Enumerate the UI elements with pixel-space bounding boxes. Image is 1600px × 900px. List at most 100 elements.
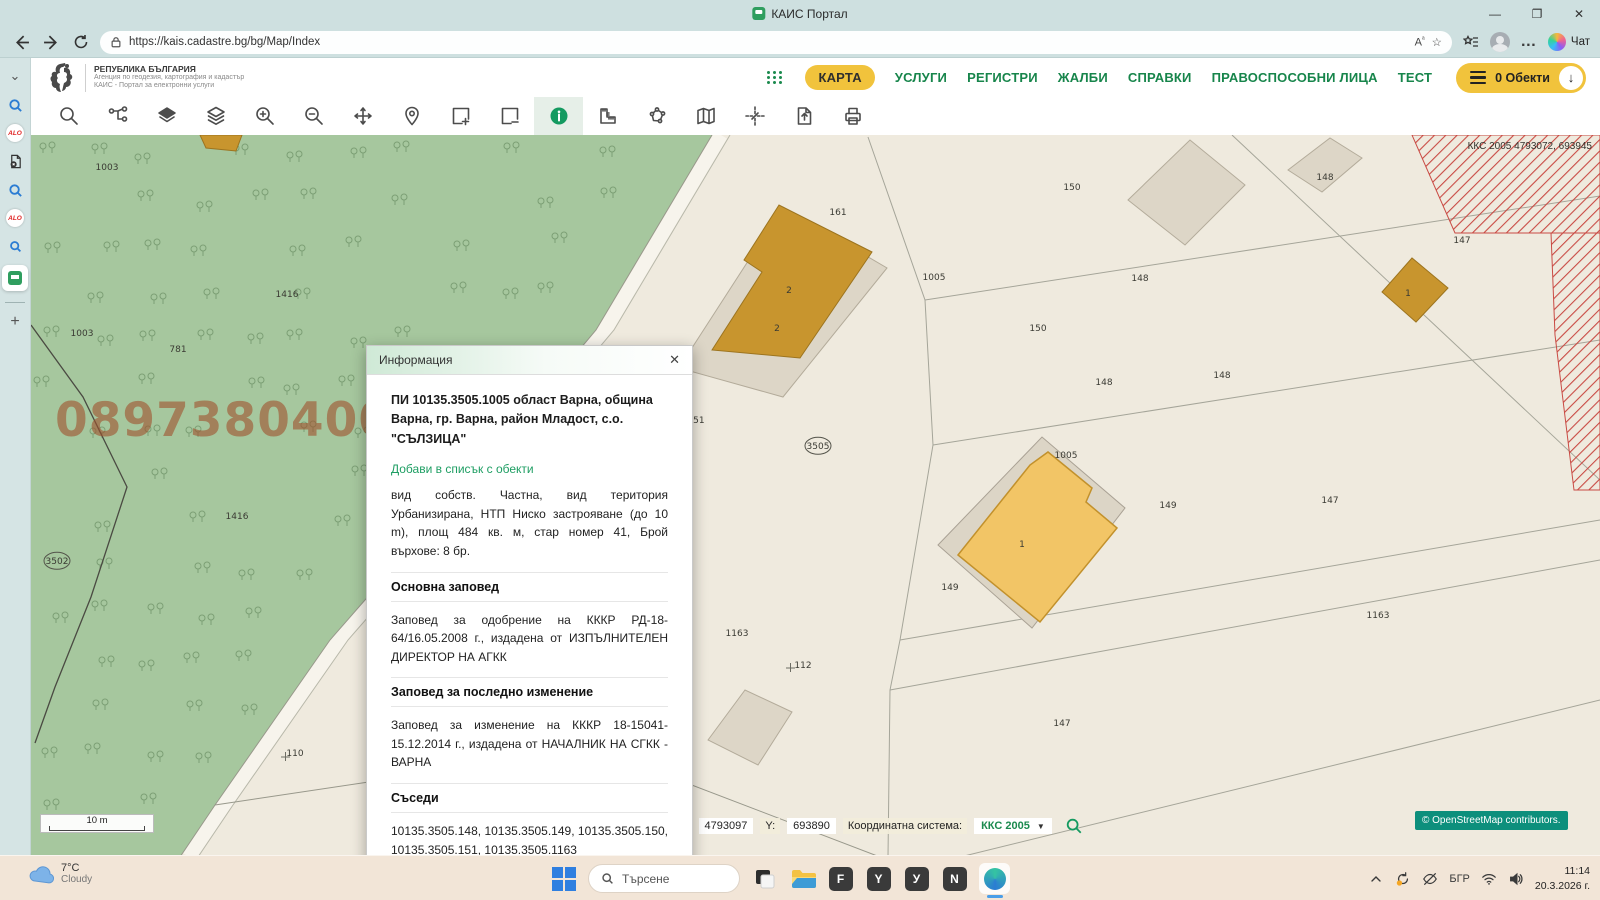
download-arrow-button[interactable]: ↓ [1559, 65, 1583, 90]
section-last-amendment: Заповед за последно изменение Заповед за… [391, 677, 668, 772]
browser-window: КАИС Портал — ❐ ✕ https://kais.cadastre.… [0, 0, 1600, 900]
logo-divider [85, 63, 86, 92]
address-bar[interactable]: https://kais.cadastre.bg/bg/Map/Index Aᵃ… [100, 30, 1452, 54]
svg-text:150: 150 [1029, 324, 1046, 334]
read-aloud-icon[interactable]: Aᵃ [1415, 36, 1425, 49]
sidebar-search3-icon[interactable] [5, 236, 25, 256]
taskbar-weather[interactable]: 7°C Cloudy [28, 862, 92, 885]
sidebar-alo-icon[interactable]: ALO [6, 124, 24, 142]
back-button[interactable] [10, 31, 32, 53]
app-f-button[interactable]: F [827, 865, 854, 892]
section-neighbors: Съседи 10135.3505.148, 10135.3505.149, 1… [391, 783, 668, 855]
sidebar-search-icon[interactable] [5, 95, 25, 115]
sync-icon[interactable] [1395, 871, 1411, 887]
svg-text:1416: 1416 [226, 512, 249, 522]
app-f-icon: F [828, 866, 853, 891]
print-tool-button[interactable] [828, 97, 877, 135]
wifi-icon[interactable] [1481, 871, 1497, 887]
pan-tool-button[interactable] [338, 97, 387, 135]
section-text: Заповед за одобрение на КККР РД-18-64/16… [391, 612, 668, 664]
app-n-icon: N [942, 866, 967, 891]
objects-button[interactable]: 0 Обекти ↓ [1456, 62, 1586, 93]
layer-stack-tool-button[interactable] [191, 97, 240, 135]
privacy-eye-icon[interactable] [1422, 871, 1438, 887]
network-tool-button[interactable] [93, 97, 142, 135]
browser-tab[interactable]: КАИС Портал [752, 0, 848, 27]
measure-length-tool-button[interactable] [583, 97, 632, 135]
task-view-icon [755, 869, 774, 888]
zoom-in-tool-button[interactable] [240, 97, 289, 135]
close-button[interactable]: ✕ [1558, 0, 1600, 27]
search-tool-button[interactable] [44, 97, 93, 135]
sidebar-add-icon[interactable]: + [5, 312, 25, 332]
sidebar-collapse-icon[interactable]: ⌄ [5, 66, 25, 86]
copilot-button[interactable]: Чат [1547, 33, 1590, 51]
collections-icon[interactable] [1460, 31, 1482, 53]
svg-text:112: 112 [794, 661, 811, 671]
file-explorer-button[interactable] [789, 865, 816, 892]
add-extent-tool-button[interactable] [436, 97, 485, 135]
nav-test[interactable]: ТЕСТ [1398, 70, 1432, 85]
svg-text:161: 161 [829, 208, 846, 218]
svg-text:1003: 1003 [71, 329, 94, 339]
svg-text:1163: 1163 [726, 629, 749, 639]
nav-uslugi[interactable]: УСЛУГИ [895, 70, 947, 85]
section-text: Заповед за изменение на КККР 18-15041-15… [391, 718, 668, 770]
svg-text:149: 149 [1159, 501, 1176, 511]
tray-date: 20.3.2026 г. [1534, 879, 1590, 892]
taskbar-search[interactable]: Търсене [588, 864, 740, 893]
sidebar-search2-icon[interactable] [5, 180, 25, 200]
app-y-button[interactable]: Y [865, 865, 892, 892]
export-tool-button[interactable] [779, 97, 828, 135]
edge-icon [983, 867, 1006, 890]
reload-button[interactable] [70, 31, 92, 53]
minimize-button[interactable]: — [1474, 0, 1516, 27]
sidebar-alo2-icon[interactable]: ALO [6, 209, 24, 227]
sidebar-active-app[interactable] [2, 265, 28, 291]
maximize-button[interactable]: ❐ [1516, 0, 1558, 27]
nav-karta[interactable]: КАРТА [805, 65, 875, 90]
nav-pravosposobni-lica[interactable]: ПРАВОСПОСОБНИ ЛИЦА [1212, 70, 1378, 85]
favorite-star-icon[interactable]: ☆ [1432, 35, 1442, 49]
start-button[interactable] [550, 865, 577, 892]
svg-text:147: 147 [1453, 236, 1470, 246]
edge-browser-button[interactable] [979, 863, 1010, 898]
main-navigation: КАРТА УСЛУГИ РЕГИСТРИ ЖАЛБИ СПРАВКИ ПРАВ… [767, 62, 1586, 93]
browser-menu-icon[interactable]: … [1518, 31, 1540, 53]
browser-titlebar: КАИС Портал — ❐ ✕ [0, 0, 1600, 27]
app-n-button[interactable]: N [941, 865, 968, 892]
browser-toolbar: https://kais.cadastre.bg/bg/Map/Index Aᵃ… [0, 27, 1600, 58]
overview-map-tool-button[interactable] [681, 97, 730, 135]
layers-tool-button[interactable] [142, 97, 191, 135]
info-popup-header[interactable]: Информация ✕ [367, 346, 692, 375]
profile-avatar[interactable] [1489, 32, 1510, 52]
task-view-button[interactable] [751, 865, 778, 892]
site-header: РЕПУБЛИКА БЪЛГАРИЯ Агенция по геодезия, … [31, 58, 1600, 97]
popup-close-icon[interactable]: ✕ [669, 352, 680, 368]
speaker-icon[interactable] [1508, 871, 1524, 887]
taskbar-clock[interactable]: 11:14 20.3.2026 г. [1535, 864, 1590, 892]
location-tool-button[interactable] [387, 97, 436, 135]
tray-expand-icon[interactable] [1368, 871, 1384, 887]
forward-button[interactable] [40, 31, 62, 53]
svg-text:781: 781 [169, 345, 186, 355]
nav-registri[interactable]: РЕГИСТРИ [967, 70, 1038, 85]
map-canvas[interactable]: 1003141678110031416350211014016122100515… [31, 135, 1600, 855]
coordinate-search-icon[interactable] [1065, 817, 1083, 835]
add-to-objects-link[interactable]: Добави в списък с обекти [391, 462, 668, 476]
sidebar-document-icon[interactable] [5, 151, 25, 171]
nav-spravki[interactable]: СПРАВКИ [1128, 70, 1192, 85]
coordinates-tool-button[interactable] [730, 97, 779, 135]
zoom-out-tool-button[interactable] [289, 97, 338, 135]
app-u-button[interactable]: У [903, 865, 930, 892]
measure-area-tool-button[interactable] [632, 97, 681, 135]
crs-select[interactable]: ККС 2005 ▼ [974, 818, 1052, 834]
nav-zhalbi[interactable]: ЖАЛБИ [1058, 70, 1108, 85]
map-toolbar [31, 97, 1600, 135]
apps-grid-icon[interactable] [767, 71, 783, 84]
search-icon [602, 873, 613, 884]
keyboard-language[interactable]: БГР [1449, 873, 1470, 885]
url-text: https://kais.cadastre.bg/bg/Map/Index [129, 36, 321, 48]
remove-extent-tool-button[interactable] [485, 97, 534, 135]
info-tool-button[interactable] [534, 97, 583, 135]
